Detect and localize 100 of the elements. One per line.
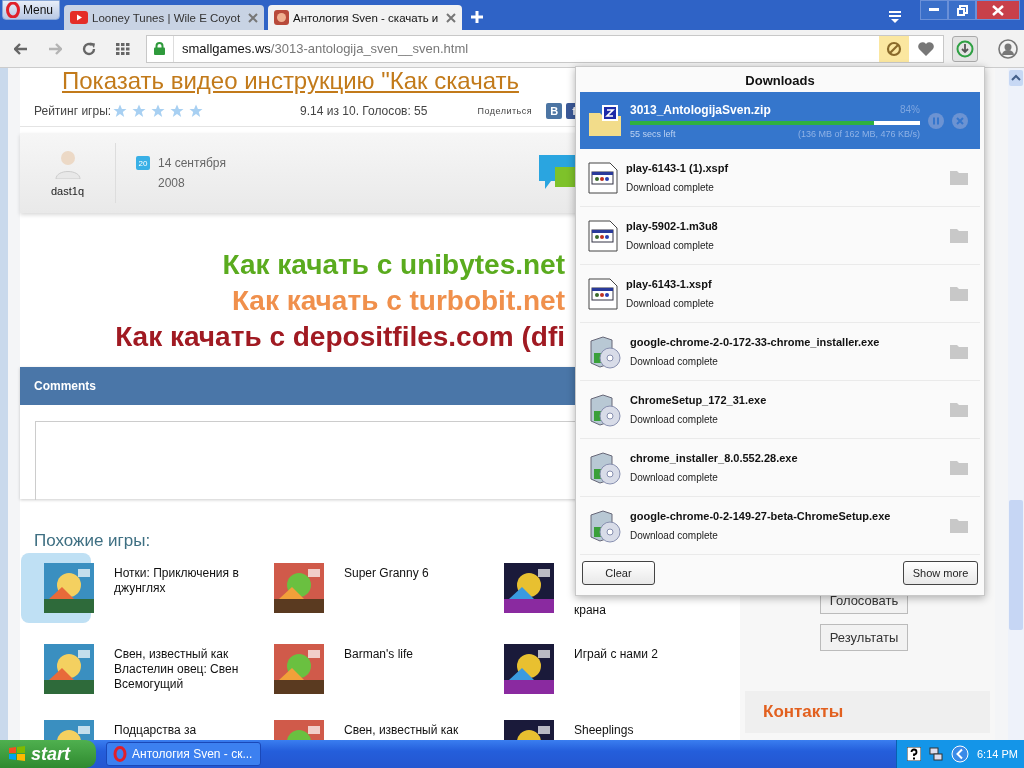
- logo-icon: [113, 746, 127, 762]
- rating-score: 9.14 из 10. Голосов: 55: [300, 104, 428, 118]
- comments-title: Comments: [34, 379, 96, 393]
- game-title-link[interactable]: Barman's life: [344, 644, 489, 662]
- file-name: 3013_AntologijaSven.zip: [630, 102, 771, 117]
- installer-icon: [588, 334, 622, 369]
- popup-title: Downloads: [744, 72, 816, 90]
- download-status: Download complete: [630, 356, 719, 367]
- restore-button[interactable]: [948, 0, 976, 20]
- play-icon: [70, 11, 88, 24]
- rating-label: Рейтинг игры:: [34, 104, 112, 118]
- block-button[interactable]: [879, 35, 909, 62]
- close-icon: [992, 4, 1004, 16]
- scroll-thumb[interactable]: [1009, 500, 1023, 630]
- download-row[interactable]: play-6143-1 (1).xspf Download complete: [580, 149, 980, 207]
- star-icon: [113, 104, 128, 118]
- downloads-button[interactable]: [952, 35, 978, 62]
- installer-icon: [588, 450, 622, 485]
- poll-button[interactable]: Результаты: [820, 624, 908, 651]
- popup-button[interactable]: Clear: [582, 561, 655, 585]
- popup-button[interactable]: Show more: [903, 561, 978, 585]
- installer-icon: [588, 508, 622, 543]
- browser-tab[interactable]: Looney Tunes | Wile E Coyot: [64, 5, 265, 30]
- profile-icon[interactable]: [998, 38, 1018, 59]
- network-icon[interactable]: [929, 747, 943, 761]
- download-status: Download complete: [630, 414, 719, 425]
- file-name: google-chrome-0-2-149-27-beta-ChromeSetup.exe: [630, 510, 892, 522]
- download-row[interactable]: play-5902-1.m3u8 Download complete: [580, 207, 980, 265]
- scroll-up-icon[interactable]: [1009, 70, 1023, 86]
- download-row[interactable]: google-chrome-0-2-149-27-beta-ChromeSetup.exe Download complete: [580, 497, 980, 555]
- star-icon: [189, 104, 204, 118]
- close-button[interactable]: [976, 0, 1020, 20]
- game-title-link[interactable]: Свен, известный как: [344, 720, 489, 738]
- download-status: Download complete: [630, 530, 719, 541]
- chevron-left-icon[interactable]: [951, 745, 969, 763]
- star-icon: [151, 104, 166, 118]
- how-to-download-link[interactable]: Как качать с depositfiles.com (dfi: [115, 319, 565, 355]
- share-button[interactable]: В: [546, 103, 563, 119]
- minimize-icon: [929, 8, 939, 12]
- minimize-button[interactable]: [920, 0, 948, 20]
- heart-icon[interactable]: [917, 40, 935, 57]
- block-icon: [886, 40, 902, 57]
- game-title-link[interactable]: Свен, известный как Властелин овец: Свен Всемогущий: [114, 644, 259, 692]
- contacts-title: Контакты: [763, 702, 844, 722]
- star-icon: [170, 104, 185, 118]
- download-row[interactable]: chrome_installer_8.0.552.28.exe Download complete: [580, 439, 980, 497]
- download-status: Download complete: [626, 298, 715, 309]
- download-row[interactable]: play-6143-1.xspf Download complete: [580, 265, 980, 323]
- calendar-icon: 20: [136, 156, 150, 170]
- game-title-link[interactable]: Super Granny 6: [344, 563, 489, 581]
- logo-icon: [6, 2, 20, 18]
- help-icon[interactable]: [907, 747, 921, 761]
- game-title-link[interactable]: Подцарства за: [114, 720, 259, 738]
- file-name: play-6143-1.xspf: [626, 278, 713, 290]
- download-icon: [956, 39, 974, 58]
- restore-icon: [956, 4, 968, 16]
- back-icon[interactable]: [14, 42, 28, 55]
- close-icon[interactable]: [248, 12, 259, 23]
- clock: 6:14 PM: [977, 748, 1018, 760]
- reload-icon[interactable]: [82, 41, 96, 56]
- tab-menu-icon[interactable]: [888, 10, 902, 24]
- download-status: Download complete: [626, 182, 715, 193]
- transfer-size: (136 MB of 162 MB, 476 KB/s): [797, 128, 920, 139]
- avatar-icon: [54, 149, 81, 179]
- document-icon: [588, 277, 618, 310]
- game-title-link[interactable]: Нотки: Приключения в джунглях: [114, 563, 259, 596]
- file-name: google-chrome-2-0-172-33-chrome_installer.exe: [630, 336, 881, 348]
- scrollbar[interactable]: [1008, 68, 1024, 740]
- document-icon: [588, 219, 618, 252]
- share-label: Поделиться: [477, 106, 533, 116]
- document-icon: [588, 161, 618, 194]
- section-title: Похожие игры:: [34, 531, 151, 551]
- grid-icon[interactable]: [116, 42, 130, 55]
- browser-tab[interactable]: Антология Sven - скачать и: [268, 5, 463, 30]
- new-tab-icon[interactable]: [470, 10, 485, 24]
- address-field[interactable]: smallgames.ws/3013-antologija_sven__sven.html: [146, 34, 944, 63]
- windows-logo-icon: [8, 745, 26, 763]
- close-icon[interactable]: [446, 12, 457, 23]
- file-name: chrome_installer_8.0.552.28.exe: [630, 452, 799, 464]
- installer-icon: [588, 392, 622, 427]
- download-status: Download complete: [626, 240, 715, 251]
- post-year: 2008: [158, 176, 186, 190]
- download-row[interactable]: ChromeSetup_172_31.exe Download complete: [580, 381, 980, 439]
- game-title-link[interactable]: Sheeplings: [574, 720, 719, 738]
- post-date: 14 сентября: [158, 156, 226, 170]
- progress-percent: 84%: [900, 104, 920, 115]
- menu-button[interactable]: Menu: [2, 0, 60, 20]
- file-name: play-6143-1 (1).xspf: [626, 162, 730, 174]
- file-name: ChromeSetup_172_31.exe: [630, 394, 768, 406]
- star-icon: [132, 104, 147, 118]
- time-left: 55 secs left: [630, 128, 676, 139]
- star-rating[interactable]: [113, 104, 204, 118]
- game-title-link[interactable]: Играй с нами 2: [574, 644, 719, 662]
- taskbar-window-button[interactable]: Антология Sven - ск...: [106, 742, 261, 766]
- lock-icon: [154, 42, 165, 55]
- file-name: play-5902-1.m3u8: [626, 220, 719, 232]
- download-status: Download complete: [630, 472, 719, 483]
- download-row[interactable]: google-chrome-2-0-172-33-chrome_installer.exe Download complete: [580, 323, 980, 381]
- site-icon: [274, 10, 290, 25]
- author-name[interactable]: dast1q: [51, 185, 84, 197]
